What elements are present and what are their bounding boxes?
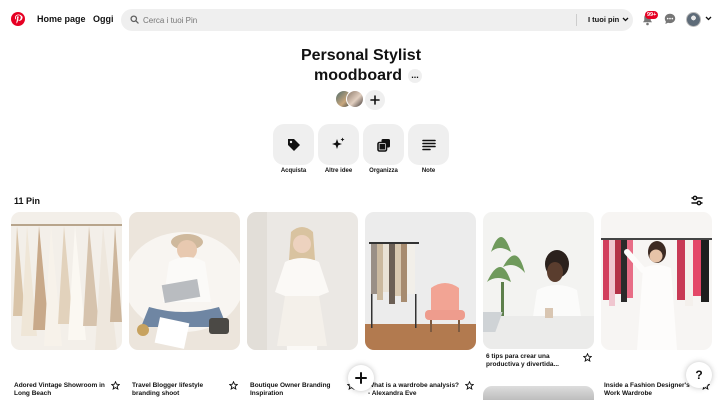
- pin-image[interactable]: [11, 212, 122, 350]
- search-scope-label: I tuoi pin: [588, 15, 620, 24]
- chevron-down-icon: [622, 17, 629, 22]
- tool-more-ideas[interactable]: Altre idee: [318, 124, 359, 174]
- tool-label: Altre idee: [324, 168, 353, 174]
- pin-card-next-row[interactable]: [483, 386, 594, 400]
- messages-icon[interactable]: [664, 13, 676, 25]
- add-collaborator-button[interactable]: [365, 90, 385, 110]
- tool-label: Organizza: [369, 168, 398, 174]
- tool-shop[interactable]: Acquista: [273, 124, 314, 174]
- board-title-row: moodboard ...: [314, 67, 422, 85]
- search-input[interactable]: [143, 12, 563, 28]
- account-chevron-down-icon[interactable]: [705, 16, 712, 21]
- tool-notes[interactable]: Note: [408, 124, 449, 174]
- notification-badge: 99+: [645, 11, 659, 19]
- nav-home-link[interactable]: Home page: [37, 14, 86, 24]
- notes-button[interactable]: [408, 124, 449, 165]
- pin-card[interactable]: What is a wardrobe analysis? - Alexandra…: [365, 212, 476, 397]
- question-mark-icon: ?: [695, 368, 703, 382]
- pin-image[interactable]: [601, 212, 712, 350]
- pin-count: 11 Pin: [14, 196, 41, 206]
- pin-card[interactable]: Travel Blogger lifestyle branding shoot: [129, 212, 240, 397]
- organize-button[interactable]: [363, 124, 404, 165]
- board-title-line2: moodboard: [314, 67, 402, 84]
- nav-today-link[interactable]: Oggi: [93, 14, 114, 24]
- sparkle-icon: [331, 137, 346, 152]
- board-tools: Acquista Altre idee Organizza Note: [273, 124, 449, 174]
- pin-card[interactable]: 6 tips para crear una productiva y diver…: [483, 212, 594, 368]
- pin-image[interactable]: [129, 212, 240, 350]
- pin-image[interactable]: [365, 212, 476, 350]
- plus-icon: [355, 372, 367, 384]
- board-title: Personal Stylist: [300, 47, 422, 64]
- save-star-icon[interactable]: [111, 381, 120, 390]
- note-icon: [421, 139, 436, 151]
- save-star-icon[interactable]: [583, 353, 592, 362]
- pin-title[interactable]: What is a wardrobe analysis? - Alexandra…: [368, 382, 460, 398]
- search-divider: [576, 14, 577, 26]
- tool-label: Acquista: [280, 168, 307, 174]
- more-ideas-button[interactable]: [318, 124, 359, 165]
- collaborator-avatar[interactable]: [346, 90, 364, 108]
- search-bar[interactable]: I tuoi pin: [121, 9, 633, 31]
- pin-image[interactable]: [247, 212, 358, 350]
- top-bar: Home page Oggi I tuoi pin 99+: [0, 0, 722, 40]
- organize-icon: [376, 138, 391, 152]
- save-star-icon[interactable]: [465, 381, 474, 390]
- pin-card[interactable]: Inside a Fashion Designer's Work Wardrob…: [601, 212, 712, 397]
- tag-icon: [287, 138, 301, 152]
- add-pin-button[interactable]: [348, 365, 374, 391]
- plus-icon: [370, 95, 380, 105]
- pinterest-logo-icon[interactable]: [11, 12, 25, 26]
- pin-image[interactable]: [483, 212, 594, 349]
- help-button[interactable]: ?: [686, 362, 712, 388]
- profile-avatar[interactable]: [686, 12, 701, 27]
- pin-title[interactable]: 6 tips para crear una productiva y diver…: [486, 353, 578, 369]
- pin-title[interactable]: Adored Vintage Showroom in Long Beach: [14, 382, 106, 398]
- search-icon: [130, 15, 139, 24]
- pin-title[interactable]: Boutique Owner Branding Inspiration: [250, 382, 342, 398]
- pin-card[interactable]: Adored Vintage Showroom in Long Beach: [11, 212, 122, 397]
- tool-label: Note: [421, 168, 436, 174]
- save-star-icon[interactable]: [229, 381, 238, 390]
- pin-title[interactable]: Inside a Fashion Designer's Work Wardrob…: [604, 382, 696, 398]
- shop-button[interactable]: [273, 124, 314, 165]
- board-more-button[interactable]: ...: [408, 69, 422, 83]
- pin-card[interactable]: Boutique Owner Branding Inspiration: [247, 212, 358, 397]
- search-scope-select[interactable]: I tuoi pin: [588, 15, 629, 24]
- tool-organize[interactable]: Organizza: [363, 124, 404, 174]
- pin-title[interactable]: Travel Blogger lifestyle branding shoot: [132, 382, 224, 398]
- filter-sliders-icon[interactable]: [691, 195, 703, 206]
